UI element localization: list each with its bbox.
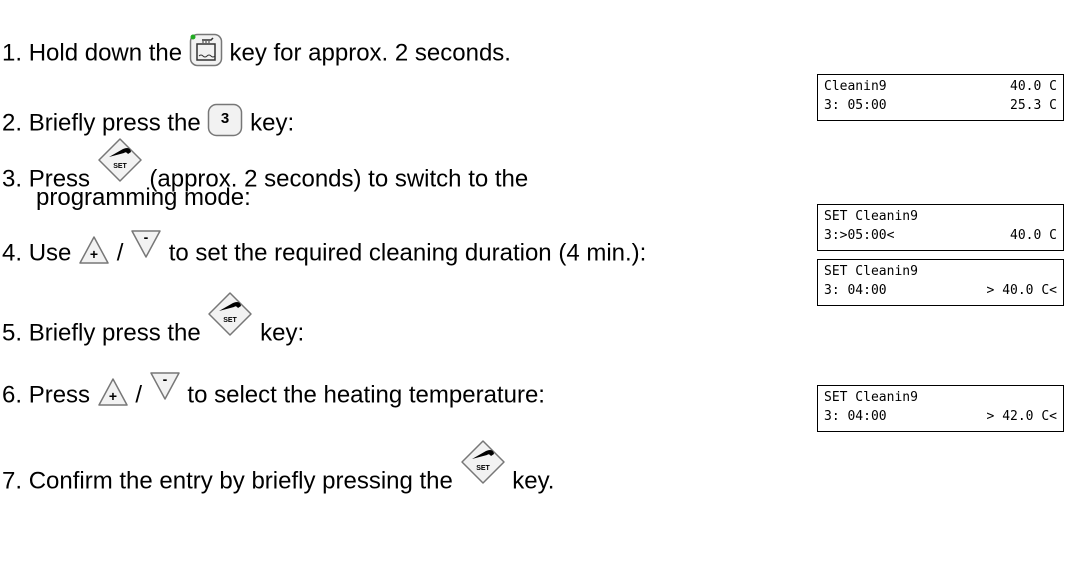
step-1: 1. Hold down the key for approx. 2 secon…	[2, 33, 511, 75]
svg-text:SET: SET	[113, 163, 127, 170]
lcd-line-2-right: > 42.0 C<	[986, 409, 1057, 424]
lcd-line-2-left: 3: 05:00	[824, 98, 887, 113]
step-number: 4.	[2, 239, 23, 267]
lcd-display-2: SET Cleanin9 3:>05:00< 40.0 C	[817, 204, 1064, 251]
step-text: Briefly press the	[28, 109, 201, 137]
step-number: 3.	[2, 165, 23, 193]
step-number: 7.	[2, 467, 23, 495]
svg-text:+: +	[109, 388, 117, 404]
set-wrench-icon: SET	[207, 291, 253, 345]
minus-key-icon: -	[130, 229, 162, 267]
lcd-line-1-left: SET Cleanin9	[824, 209, 918, 224]
lcd-line-2-right: > 40.0 C<	[986, 283, 1057, 298]
set-wrench-icon: SET	[460, 439, 506, 493]
step-5: 5. Briefly press the SET key:	[2, 292, 305, 361]
step-text: key for approx. 2 seconds.	[229, 39, 511, 67]
svg-text:SET: SET	[224, 317, 238, 324]
step-number: 5.	[2, 319, 23, 347]
svg-text:-: -	[162, 371, 167, 387]
separator: /	[135, 381, 143, 409]
lcd-line-2-left: 3: 04:00	[824, 283, 887, 298]
lcd-line-1-left: SET Cleanin9	[824, 264, 918, 279]
key-3-icon: 3	[207, 103, 243, 145]
step-text: Hold down the	[28, 39, 183, 67]
step-text: Use	[28, 239, 72, 267]
step-text: Briefly press the	[28, 319, 201, 347]
plus-key-icon: +	[78, 235, 110, 273]
lcd-display-1: Cleanin9 40.0 C 3: 05:00 25.3 C	[817, 74, 1064, 121]
step-text: key:	[250, 109, 295, 137]
step-text: Press	[28, 381, 91, 409]
step-number: 2.	[2, 109, 23, 137]
svg-text:-: -	[144, 229, 149, 245]
lcd-line-2-right: 40.0 C	[1010, 228, 1057, 243]
cleaning-key-icon	[189, 33, 223, 75]
step-text: to select the heating temperature:	[187, 381, 545, 409]
step-text: Confirm the entry by briefly pressing th…	[28, 467, 453, 495]
step-text: programming mode:	[36, 184, 251, 211]
lcd-line-1-left: Cleanin9	[824, 79, 887, 94]
step-3-line-2: programming mode:	[36, 183, 251, 213]
separator: /	[116, 239, 124, 267]
svg-text:+: +	[90, 246, 98, 262]
lcd-line-1-right: 40.0 C	[1010, 79, 1057, 94]
step-4: 4. Use + / - to set the required cleanin…	[2, 229, 647, 273]
lcd-line-2-left: 3: 04:00	[824, 409, 887, 424]
step-text: key:	[260, 319, 305, 347]
lcd-display-3: SET Cleanin9 3: 04:00 > 40.0 C<	[817, 259, 1064, 306]
minus-key-icon: -	[149, 371, 181, 409]
lcd-line-1-left: SET Cleanin9	[824, 390, 918, 405]
step-2: 2. Briefly press the 3 key:	[2, 103, 294, 145]
svg-text:3: 3	[221, 110, 229, 127]
step-number: 1.	[2, 39, 23, 67]
svg-text:SET: SET	[476, 465, 490, 472]
step-text: key.	[512, 467, 555, 495]
lcd-line-2-right: 25.3 C	[1010, 98, 1057, 113]
plus-key-icon: +	[97, 377, 129, 415]
lcd-display-4: SET Cleanin9 3: 04:00 > 42.0 C<	[817, 385, 1064, 432]
step-6: 6. Press + / - to select the heating tem…	[2, 371, 545, 415]
step-number: 6.	[2, 381, 23, 409]
lcd-line-2-left: 3:>05:00<	[824, 228, 895, 243]
step-7: 7. Confirm the entry by briefly pressing…	[2, 440, 555, 509]
step-text: to set the required cleaning duration (4…	[168, 239, 647, 267]
